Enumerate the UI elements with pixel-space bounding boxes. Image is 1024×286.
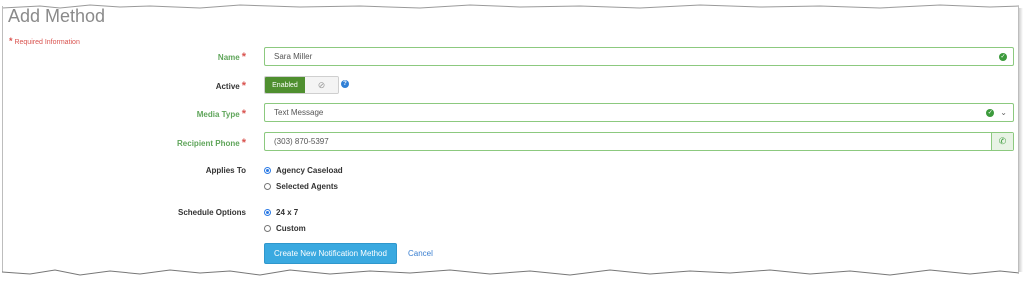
- radio-label: Custom: [276, 224, 306, 233]
- required-star: *: [241, 137, 246, 149]
- required-star: *: [9, 36, 13, 46]
- active-label-text: Active: [215, 82, 240, 91]
- page-title: Add Method: [8, 6, 106, 26]
- radio-unchecked-icon[interactable]: [264, 225, 271, 232]
- required-note-text: Required Information: [14, 39, 80, 46]
- schedule-options-label: Schedule Options: [177, 208, 246, 217]
- media-type-value: Text Message: [274, 108, 324, 117]
- radio-checked-icon[interactable]: [264, 167, 271, 174]
- radio-selected-agents[interactable]: Selected Agents: [264, 182, 338, 191]
- required-star: *: [241, 80, 246, 92]
- disabled-icon[interactable]: ⊘: [305, 77, 338, 93]
- page-left-edge: [2, 6, 3, 272]
- recipient-phone-field[interactable]: (303) 870-5397 ✆: [264, 132, 1014, 151]
- phone-icon[interactable]: ✆: [991, 133, 1013, 150]
- active-toggle[interactable]: Enabled ⊘: [264, 76, 339, 94]
- media-type-select[interactable]: Text Message ✓ ⌄: [264, 103, 1014, 122]
- help-icon[interactable]: ?: [341, 80, 349, 88]
- recipient-phone-label: Recipient Phone *: [177, 137, 246, 149]
- radio-agency-caseload[interactable]: Agency Caseload: [264, 166, 343, 175]
- radio-24x7[interactable]: 24 x 7: [264, 208, 298, 217]
- name-field[interactable]: Sara Miller ✓: [264, 47, 1014, 66]
- radio-label: 24 x 7: [276, 208, 299, 217]
- name-label: Name *: [218, 51, 246, 63]
- radio-unchecked-icon[interactable]: [264, 183, 271, 190]
- required-note: * Required Information: [9, 36, 80, 46]
- radio-label: Agency Caseload: [276, 166, 343, 175]
- create-notification-method-button[interactable]: Create New Notification Method: [264, 243, 397, 264]
- name-label-text: Name: [217, 53, 240, 62]
- radio-custom[interactable]: Custom: [264, 224, 306, 233]
- toggle-enabled-label[interactable]: Enabled: [265, 77, 305, 93]
- torn-edge-bottom: [0, 269, 1024, 286]
- required-star: *: [241, 108, 246, 120]
- radio-checked-icon[interactable]: [264, 209, 271, 216]
- media-type-label: Media Type *: [197, 108, 246, 120]
- chevron-down-icon[interactable]: ⌄: [1000, 108, 1007, 117]
- applies-to-label: Applies To: [205, 166, 246, 175]
- cancel-link[interactable]: Cancel: [408, 249, 433, 258]
- check-circle-icon: ✓: [986, 108, 995, 117]
- name-field-value: Sara Miller: [274, 52, 313, 61]
- required-star: *: [241, 51, 246, 63]
- radio-label: Selected Agents: [276, 182, 338, 191]
- media-type-label-text: Media Type: [196, 110, 240, 119]
- recipient-phone-value: (303) 870-5397: [274, 137, 329, 146]
- page-shadow: [1019, 8, 1023, 272]
- torn-edge-top: [0, 0, 1024, 9]
- check-circle-icon: ✓: [999, 52, 1007, 61]
- active-label: Active *: [216, 80, 246, 92]
- recipient-phone-label-text: Recipient Phone: [177, 139, 240, 148]
